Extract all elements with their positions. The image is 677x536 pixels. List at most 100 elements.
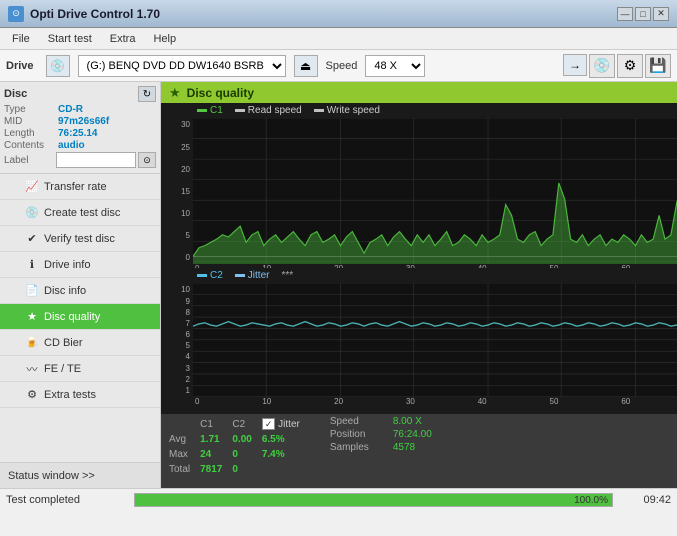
drive-label: Drive [6,60,34,72]
bottom-status-bar: Test completed 100.0% 09:42 [0,488,677,510]
status-text: Test completed [6,494,126,506]
title-bar: ⊙ Opti Drive Control 1.70 — □ ✕ [0,0,677,28]
disc-refresh-button[interactable]: ↻ [138,86,156,102]
y-top-25: 25 [161,143,193,152]
settings-icon-btn[interactable]: ⚙ [617,54,643,78]
drive-info-icon: ℹ [24,257,40,273]
sidebar-item-cd-bier-label: CD Bier [44,337,83,349]
samples-stat-value: 4578 [393,442,415,453]
x-bot-20: 20 [334,397,343,406]
x-bot-60: 60 [621,397,630,406]
stats-col-c2: C2 [232,418,259,431]
c1-legend: C1 [197,105,223,116]
sidebar-nav: 📈 Transfer rate 💿 Create test disc ✔ Ver… [0,174,160,462]
chart2-svg [193,283,677,397]
disc-label-input[interactable] [56,152,136,168]
samples-stat-label: Samples [330,442,385,453]
sidebar-item-cd-bier[interactable]: 🍺 CD Bier [0,330,160,356]
save-icon-btn[interactable]: 💾 [645,54,671,78]
disc-mid-label: MID [4,116,54,127]
cd-bier-icon: 🍺 [24,335,40,351]
chart1-svg [193,118,677,264]
x-bot-10: 10 [262,397,271,406]
stats-col-c1: C1 [200,418,230,431]
read-speed-legend-label: Read speed [248,105,302,116]
sidebar-item-create-test-disc[interactable]: 💿 Create test disc [0,200,160,226]
read-speed-legend: Read speed [235,105,302,116]
menu-start-test[interactable]: Start test [40,31,100,47]
eject-button[interactable]: ⏏ [294,55,318,77]
y-bot-4: 4 [161,352,193,361]
sidebar-item-fe-te[interactable]: 〰 FE / TE [0,356,160,382]
label-icon-button[interactable]: ⊙ [138,152,156,168]
avg-c2: 0.00 [232,433,259,446]
content-header: ★ Disc quality [161,82,677,103]
maximize-button[interactable]: □ [635,7,651,21]
write-speed-legend-label: Write speed [327,105,380,116]
speed-stat-label: Speed [330,416,385,427]
y-bot-3: 3 [161,364,193,373]
content-area: ★ Disc quality C1 Read speed Write speed [161,82,677,488]
status-window-button[interactable]: Status window >> [0,462,160,488]
chart-top: C1 Read speed Write speed 30 25 20 [161,103,677,268]
disc-length-label: Length [4,128,54,139]
menu-file[interactable]: File [4,31,38,47]
disc-panel-title: Disc [4,88,27,100]
arrow-icon-btn[interactable]: → [563,54,587,76]
sidebar-item-transfer-rate-label: Transfer rate [44,181,107,193]
sidebar-item-extra-tests[interactable]: ⚙ Extra tests [0,382,160,408]
drive-select[interactable]: (G:) BENQ DVD DD DW1640 BSRB [78,55,286,77]
transfer-rate-icon: 📈 [24,179,40,195]
y-top-10: 10 [161,209,193,218]
y-top-30: 30 [161,120,193,129]
disc-info-icon: 📄 [24,283,40,299]
progress-container: 100.0% [134,493,613,507]
x-bot-0: 0 [195,397,199,406]
total-jitter-empty [262,463,308,476]
y-bot-1: 1 [161,386,193,395]
menu-extra[interactable]: Extra [102,31,144,47]
sidebar-item-extra-tests-label: Extra tests [44,389,96,401]
right-stats: Speed 8.00 X Position 76:24.00 Samples 4… [330,416,432,453]
speed-stat-value: 8.00 X [393,416,422,427]
x-bot-50: 50 [550,397,559,406]
menu-bar: File Start test Extra Help [0,28,677,50]
toolbar-icons: → 💿 ⚙ 💾 [563,54,671,78]
chart-bottom: C2 Jitter *** 10 9 8 7 6 5 4 [161,268,677,414]
menu-help[interactable]: Help [145,31,184,47]
status-window-label: Status window >> [8,470,95,482]
sidebar: Disc ↻ Type CD-R MID 97m26s66f Length 76… [0,82,161,488]
progress-bar [135,494,612,506]
y-bot-10: 10 [161,285,193,294]
sidebar-item-disc-quality[interactable]: ★ Disc quality [0,304,160,330]
sidebar-item-disc-info[interactable]: 📄 Disc info [0,278,160,304]
jitter-legend-label: Jitter [248,270,270,281]
position-row: Position 76:24.00 [330,429,432,440]
close-button[interactable]: ✕ [653,7,669,21]
stats-bar: C1 C2 ✓ Jitter Avg 1.71 0.00 6.5% Max 24 [161,414,677,488]
speed-select[interactable]: 48 X [365,55,425,77]
max-jitter: 7.4% [262,448,308,461]
y-bot-7: 7 [161,319,193,328]
disc-icon-btn[interactable]: 💿 [589,54,615,78]
sidebar-item-drive-info[interactable]: ℹ Drive info [0,252,160,278]
jitter-check-cell: ✓ Jitter [262,418,308,431]
jitter-legend: Jitter [235,270,270,281]
content-header-title: Disc quality [187,86,254,100]
disc-length-value: 76:25.14 [58,128,97,139]
read-speed-legend-dot [235,109,245,112]
sidebar-item-verify-test-disc[interactable]: ✔ Verify test disc [0,226,160,252]
disc-info-panel: Disc ↻ Type CD-R MID 97m26s66f Length 76… [0,82,160,174]
y-bot-6: 6 [161,330,193,339]
jitter-checkbox[interactable]: ✓ [262,418,276,430]
sidebar-item-transfer-rate[interactable]: 📈 Transfer rate [0,174,160,200]
y-bot-5: 5 [161,341,193,350]
c2-legend-label: C2 [210,270,223,281]
minimize-button[interactable]: — [617,7,633,21]
disc-type-value: CD-R [58,104,83,115]
position-stat-label: Position [330,429,385,440]
max-c2: 0 [232,448,259,461]
c2-legend-dot [197,274,207,277]
disc-mid-value: 97m26s66f [58,116,109,127]
sidebar-item-verify-test-disc-label: Verify test disc [44,233,115,245]
